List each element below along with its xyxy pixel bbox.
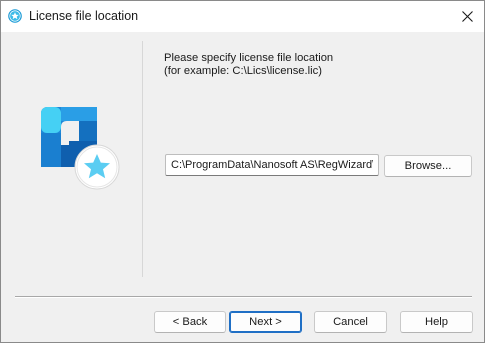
star-badge-icon [8, 9, 22, 23]
prompt-line-2: (for example: C:\Lics\license.lic) [164, 65, 322, 77]
browse-button[interactable]: Browse... [384, 155, 472, 177]
instructions: Please specify license file location (fo… [164, 52, 333, 78]
next-button[interactable]: Next > [229, 311, 302, 333]
prompt-line-1: Please specify license file location [164, 52, 334, 64]
window-title: License file location [29, 9, 139, 23]
license-path-input[interactable]: C:\ProgramData\Nanosoft AS\RegWizard\Lic… [165, 154, 379, 176]
title-bar: License file location [1, 1, 484, 32]
vertical-divider [142, 41, 143, 277]
product-logo-icon [41, 107, 120, 190]
cancel-button[interactable]: Cancel [314, 311, 387, 333]
help-button[interactable]: Help [400, 311, 473, 333]
license-dialog: License file location Please specify lic… [0, 0, 485, 343]
license-path-value: C:\ProgramData\Nanosoft AS\RegWizard\Lic… [171, 159, 373, 171]
back-button[interactable]: < Back [154, 311, 226, 333]
footer-divider-highlight [15, 297, 472, 298]
close-button[interactable] [450, 1, 484, 31]
close-icon [461, 10, 473, 22]
